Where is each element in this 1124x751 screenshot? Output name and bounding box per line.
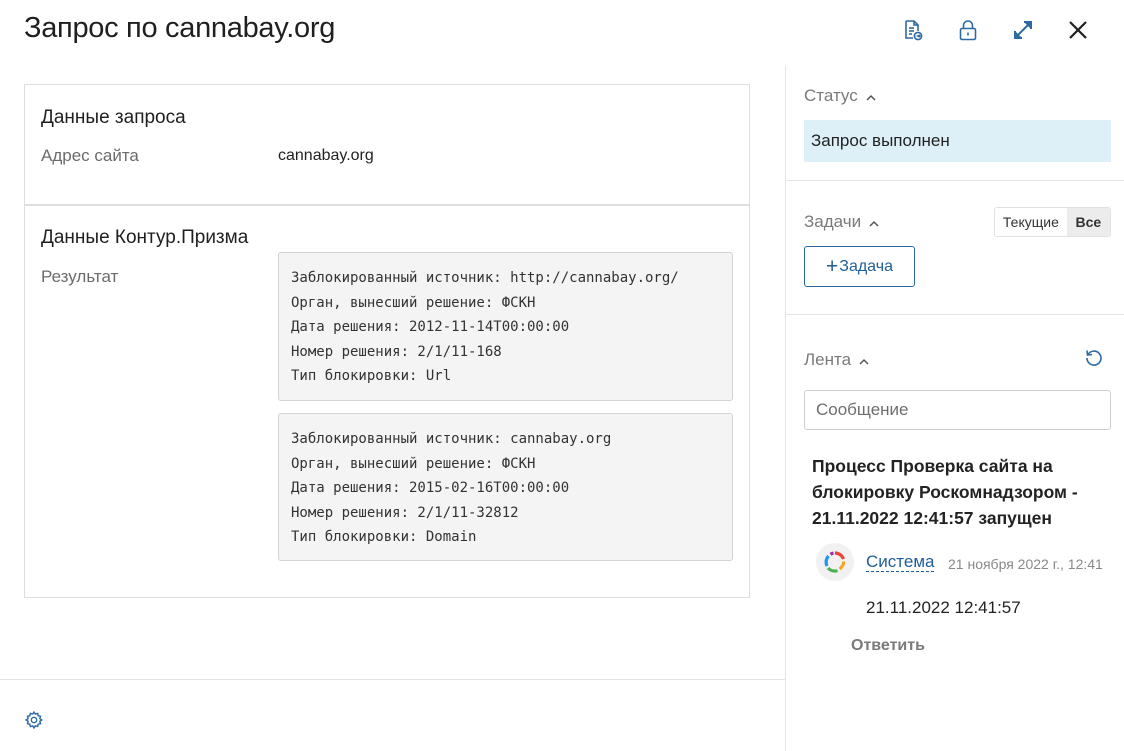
- prizma-card-title: Данные Контур.Призма: [41, 227, 249, 248]
- tasks-label: Задачи: [804, 212, 862, 231]
- chevron-up-icon: [869, 212, 879, 232]
- feed-post-text: 21.11.2022 12:41:57: [866, 598, 1021, 617]
- expand-icon[interactable]: [1007, 14, 1039, 46]
- status-section-header[interactable]: Статус: [804, 86, 876, 106]
- gear-icon[interactable]: [24, 710, 44, 735]
- result-label: Результат: [41, 267, 119, 286]
- prizma-data-card: Данные Контур.Призма Результат Заблокиро…: [24, 205, 750, 598]
- main-panel: Данные запроса Адрес сайта cannabay.org …: [0, 66, 785, 751]
- divider: [786, 314, 1124, 315]
- status-badge: Запрос выполнен: [804, 120, 1111, 162]
- site-address-value: cannabay.org: [278, 147, 374, 164]
- site-address-label: Адрес сайта: [41, 146, 139, 165]
- tasks-section-header[interactable]: Задачи: [804, 212, 879, 232]
- add-task-label: Задача: [839, 257, 893, 275]
- request-data-card: Данные запроса Адрес сайта cannabay.org: [24, 84, 750, 205]
- avatar: [816, 543, 854, 581]
- lock-icon[interactable]: [952, 14, 984, 46]
- add-task-button[interactable]: + Задача: [804, 246, 915, 287]
- status-label: Статус: [804, 86, 858, 105]
- feed-post-author[interactable]: Система: [866, 553, 935, 572]
- result-block: Заблокированный источник: http://cannaba…: [278, 252, 733, 401]
- document-export-icon[interactable]: [897, 14, 929, 46]
- right-sidebar: Статус Запрос выполнен Задачи Текущие Вс…: [785, 66, 1124, 751]
- chevron-up-icon: [859, 350, 869, 370]
- refresh-icon[interactable]: [1084, 348, 1104, 373]
- feed-label: Лента: [804, 350, 852, 369]
- result-block: Заблокированный источник: cannabay.org О…: [278, 413, 733, 561]
- tasks-filter-all[interactable]: Все: [1066, 208, 1110, 236]
- divider: [786, 180, 1124, 181]
- reply-button[interactable]: Ответить: [851, 637, 925, 655]
- page-title: Запрос по cannabay.org: [24, 12, 336, 44]
- tasks-filter-current[interactable]: Текущие: [995, 208, 1067, 236]
- system-logo-icon: [824, 551, 846, 573]
- feed-post-title: Процесс Проверка сайта на блокировку Рос…: [812, 456, 1078, 528]
- feed-section-header[interactable]: Лента: [804, 350, 869, 370]
- close-icon[interactable]: [1062, 14, 1094, 46]
- plus-icon: +: [826, 255, 839, 278]
- feed-post-timestamp: 21 ноября 2022 г., 12:41: [948, 556, 1103, 572]
- message-input[interactable]: [804, 390, 1111, 430]
- header-toolbar: [874, 14, 1094, 46]
- request-card-title: Данные запроса: [41, 107, 186, 128]
- chevron-up-icon: [866, 86, 876, 106]
- panel-footer: [0, 679, 785, 751]
- tasks-filter-toggle: Текущие Все: [994, 207, 1111, 237]
